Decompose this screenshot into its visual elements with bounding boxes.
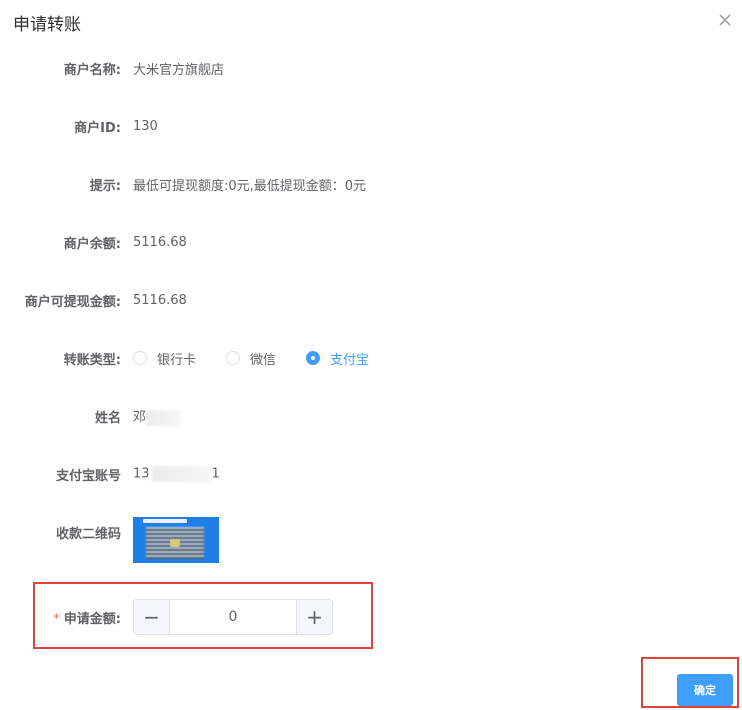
- radio-bank-card-label[interactable]: 银行卡: [157, 349, 196, 368]
- amount-stepper[interactable]: − +: [133, 599, 333, 635]
- withdrawable-value: 5116.68: [133, 292, 187, 308]
- alipay-account-start: 13: [133, 466, 150, 482]
- qr-code-label: 收款二维码: [55, 526, 121, 542]
- transfer-type-radio-group: 银行卡 微信 支付宝: [133, 349, 399, 368]
- radio-wechat-label[interactable]: 微信: [250, 349, 276, 368]
- radio-wechat[interactable]: 微信: [226, 349, 276, 368]
- withdrawable-row: 商户可提现金额: 5116.68: [0, 288, 742, 312]
- confirm-button[interactable]: 确定: [677, 674, 733, 706]
- qr-code-row: 收款二维码: [0, 520, 742, 544]
- merchant-id-value: 130: [133, 118, 158, 134]
- required-asterisk: *: [53, 611, 60, 627]
- merchant-name-row: 商户名称: 大米官方旗舰店: [0, 56, 742, 80]
- tip-label: 提示:: [89, 178, 121, 194]
- qr-center-logo: [170, 539, 180, 547]
- decrease-button[interactable]: −: [134, 600, 170, 634]
- alipay-account-label: 支付宝账号: [55, 468, 121, 484]
- merchant-id-row: 商户ID: 130: [0, 114, 742, 138]
- merchant-id-label: 商户ID:: [74, 120, 121, 136]
- amount-input[interactable]: [170, 600, 296, 634]
- alipay-account-value: 13 1: [133, 466, 220, 482]
- radio-bank-card[interactable]: 银行卡: [133, 349, 196, 368]
- transfer-type-row: 转账类型: 银行卡 微信 支付宝: [0, 346, 742, 370]
- amount-label: * 申请金额:: [0, 608, 121, 627]
- radio-alipay-label[interactable]: 支付宝: [330, 349, 369, 368]
- close-icon[interactable]: [716, 11, 734, 29]
- withdrawable-label: 商户可提现金额:: [24, 294, 121, 310]
- merchant-name-label: 商户名称:: [63, 62, 121, 78]
- amount-label-text: 申请金额:: [63, 611, 121, 627]
- alipay-account-row: 支付宝账号 13 1: [0, 462, 742, 486]
- increase-button[interactable]: +: [296, 600, 332, 634]
- qr-code-image[interactable]: [133, 517, 219, 563]
- redacted-mask: [146, 409, 181, 426]
- tip-value: 最低可提现额度:0元,最低提现金额：0元: [133, 178, 367, 194]
- radio-circle-selected[interactable]: [306, 351, 321, 365]
- transfer-type-label: 转账类型:: [63, 352, 121, 368]
- name-row: 姓名 邓: [0, 404, 742, 428]
- name-label: 姓名: [94, 410, 121, 426]
- balance-label: 商户余额:: [63, 236, 121, 252]
- radio-circle[interactable]: [226, 351, 241, 365]
- tip-row: 提示: 最低可提现额度:0元,最低提现金额：0元: [0, 172, 742, 196]
- balance-row: 商户余额: 5116.68: [0, 230, 742, 254]
- qr-header-bar: [143, 519, 187, 523]
- dialog-title: 申请转账: [13, 15, 81, 35]
- redacted-mask: [151, 466, 210, 482]
- name-visible-part: 邓: [133, 410, 147, 426]
- alipay-account-end: 1: [211, 466, 220, 482]
- merchant-name-value: 大米官方旗舰店: [133, 62, 225, 78]
- radio-circle[interactable]: [133, 351, 147, 365]
- radio-alipay[interactable]: 支付宝: [306, 349, 369, 368]
- name-value: 邓: [133, 406, 181, 426]
- amount-row: *申请金额: − +: [0, 599, 742, 635]
- balance-value: 5116.68: [133, 234, 187, 250]
